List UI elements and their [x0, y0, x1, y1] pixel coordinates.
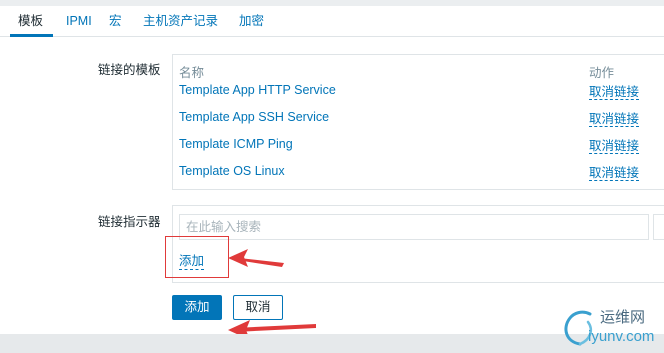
tab-templates[interactable]: 模板 [18, 6, 43, 36]
template-name-link[interactable]: Template App HTTP Service [179, 83, 336, 97]
watermark-logo: 运维网 iyunv.com [560, 302, 664, 350]
watermark-url: iyunv.com [588, 328, 655, 345]
table-row: Template App HTTP Service 取消链接 [173, 83, 664, 110]
tab-macros[interactable]: 宏 [109, 6, 122, 36]
table-row: Template ICMP Ping 取消链接 [173, 137, 664, 164]
table-row: Template App SSH Service 取消链接 [173, 110, 664, 137]
unlink-link[interactable]: 取消链接 [589, 112, 640, 127]
link-indicator-box: 添加 [172, 205, 664, 283]
table-row: Template OS Linux 取消链接 [173, 164, 664, 191]
tab-bar: 模板 IPMI 宏 主机资产记录 加密 [0, 6, 664, 37]
template-name-link[interactable]: Template OS Linux [179, 164, 285, 178]
linked-templates-table: 名称 动作 Template App HTTP Service 取消链接 Tem… [172, 54, 664, 190]
template-search-input[interactable] [179, 214, 649, 240]
column-header-action: 动作 [589, 66, 615, 80]
unlink-link[interactable]: 取消链接 [589, 139, 640, 154]
template-name-link[interactable]: Template ICMP Ping [179, 137, 293, 151]
tab-ipmi[interactable]: IPMI [66, 6, 92, 36]
column-header-name: 名称 [179, 66, 205, 80]
unlink-link[interactable]: 取消链接 [589, 166, 640, 181]
add-button[interactable]: 添加 [172, 295, 222, 320]
linked-templates-label: 链接的模板 [98, 63, 161, 77]
add-link[interactable]: 添加 [179, 254, 205, 270]
link-indicator-label: 链接指示器 [98, 215, 161, 229]
tab-host-inventory[interactable]: 主机资产记录 [143, 6, 218, 36]
select-button[interactable] [653, 214, 664, 240]
cancel-button[interactable]: 取消 [233, 295, 283, 320]
active-tab-indicator [10, 34, 53, 37]
unlink-link[interactable]: 取消链接 [589, 85, 640, 100]
watermark-title: 运维网 [600, 309, 646, 326]
tab-encryption[interactable]: 加密 [239, 6, 264, 36]
template-name-link[interactable]: Template App SSH Service [179, 110, 329, 124]
